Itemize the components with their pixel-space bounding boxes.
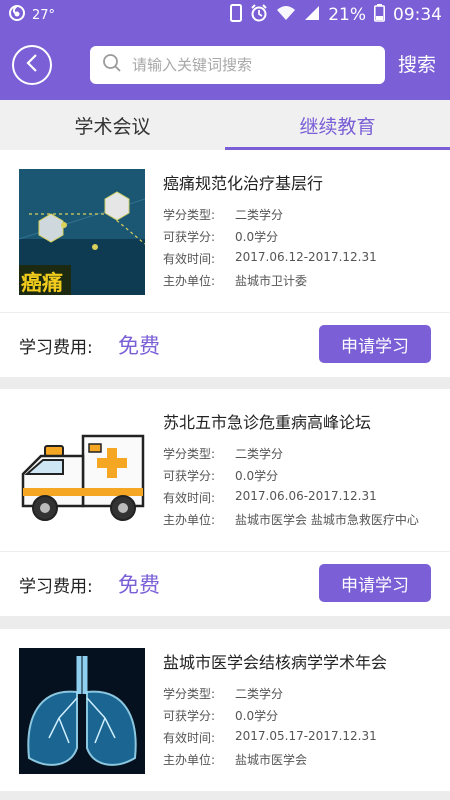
back-button[interactable] bbox=[12, 45, 52, 85]
apply-study-button[interactable]: 申请学习 bbox=[319, 325, 431, 363]
battery-text: 21% bbox=[328, 5, 366, 25]
credit-type-label: 学分类型: bbox=[163, 447, 216, 461]
organizer-label: 主办单位: bbox=[163, 513, 216, 527]
time-text: 09:34 bbox=[393, 5, 442, 25]
organizer-value: 盐城市医学会 bbox=[235, 753, 308, 767]
tab-academic-conference[interactable]: 学术会议 bbox=[0, 100, 225, 150]
search-button[interactable]: 搜索 bbox=[398, 50, 436, 77]
course-card-info: 癌痛 癌痛规范化治疗基层行 学分类型: 二类学分 可获学分: 0.0学分 有效时间:… bbox=[0, 150, 450, 313]
phone-icon bbox=[230, 3, 243, 27]
course-card-info: 苏北五市急诊危重病高峰论坛 学分类型: 二类学分 可获学分: 0.0学分 有效时间:… bbox=[0, 389, 450, 552]
course-title: 苏北五市急诊危重病高峰论坛 bbox=[163, 413, 372, 432]
fee-label: 学习费用: bbox=[19, 338, 93, 358]
course-thumbnail bbox=[19, 648, 145, 774]
course-title: 盐城市医学会结核病学学术年会 bbox=[163, 653, 388, 672]
fee-value: 免费 bbox=[118, 334, 160, 358]
credit-type-value: 二类学分 bbox=[235, 447, 284, 461]
wifi-icon bbox=[276, 5, 296, 26]
tab-bar: 学术会议 继续教育 bbox=[0, 100, 450, 150]
valid-time-row: 有效时间: 2017.06.06-2017.12.31 bbox=[163, 489, 377, 506]
credit-amount-value: 0.0学分 bbox=[235, 709, 279, 723]
valid-time-label: 有效时间: bbox=[163, 252, 216, 266]
credit-amount-value: 0.0学分 bbox=[235, 230, 279, 244]
organizer-label: 主办单位: bbox=[163, 753, 216, 767]
credit-type-value: 二类学分 bbox=[235, 687, 284, 701]
status-bar: 27° 21% 09:34 bbox=[0, 0, 450, 30]
valid-time-label: 有效时间: bbox=[163, 491, 216, 505]
course-card[interactable]: 癌痛 癌痛规范化治疗基层行 学分类型: 二类学分 可获学分: 0.0学分 有效时间:… bbox=[0, 150, 450, 377]
battery-icon bbox=[374, 3, 385, 27]
organizer-row: 主办单位: 盐城市医学会 bbox=[163, 751, 307, 768]
credit-amount-label: 可获学分: bbox=[163, 469, 216, 483]
credit-type-row: 学分类型: 二类学分 bbox=[163, 685, 283, 702]
fee-label: 学习费用: bbox=[19, 577, 93, 597]
credit-amount-row: 可获学分: 0.0学分 bbox=[163, 707, 278, 724]
credit-amount-value: 0.0学分 bbox=[235, 469, 279, 483]
course-card[interactable]: 盐城市医学会结核病学学术年会 学分类型: 二类学分 可获学分: 0.0学分 有效时间… bbox=[0, 629, 450, 792]
header-bar: 搜索 bbox=[0, 30, 450, 100]
course-title: 癌痛规范化治疗基层行 bbox=[163, 174, 324, 193]
course-thumbnail bbox=[19, 408, 145, 534]
credit-type-label: 学分类型: bbox=[163, 687, 216, 701]
organizer-value: 盐城市卫计委 bbox=[235, 274, 308, 288]
course-thumbnail: 癌痛 bbox=[19, 169, 145, 295]
chevron-left-icon bbox=[25, 53, 39, 77]
credit-amount-label: 可获学分: bbox=[163, 709, 216, 723]
credit-amount-row: 可获学分: 0.0学分 bbox=[163, 467, 278, 484]
search-box[interactable] bbox=[90, 46, 385, 84]
valid-time-value: 2017.06.06-2017.12.31 bbox=[235, 489, 377, 503]
signal-icon bbox=[304, 5, 320, 26]
credit-type-row: 学分类型: 二类学分 bbox=[163, 445, 283, 462]
course-card-footer: 学习费用: 免费 申请学习 bbox=[0, 313, 450, 377]
credit-type-label: 学分类型: bbox=[163, 208, 216, 222]
valid-time-label: 有效时间: bbox=[163, 731, 216, 745]
valid-time-value: 2017.06.12-2017.12.31 bbox=[235, 250, 377, 264]
credit-amount-row: 可获学分: 0.0学分 bbox=[163, 228, 278, 245]
temperature-text: 27° bbox=[32, 7, 56, 23]
organizer-value: 盐城市医学会 盐城市急救医疗中心 bbox=[235, 513, 419, 527]
course-card-footer: 学习费用: 免费 申请学习 bbox=[0, 552, 450, 616]
alarm-icon bbox=[250, 3, 268, 27]
organizer-row: 主办单位: 盐城市医学会 盐城市急救医疗中心 bbox=[163, 511, 419, 528]
apply-study-button[interactable]: 申请学习 bbox=[319, 564, 431, 602]
credit-type-value: 二类学分 bbox=[235, 208, 284, 222]
valid-time-value: 2017.05.17-2017.12.31 bbox=[235, 729, 377, 743]
course-card-info: 盐城市医学会结核病学学术年会 学分类型: 二类学分 可获学分: 0.0学分 有效时间… bbox=[0, 629, 450, 792]
credit-amount-label: 可获学分: bbox=[163, 230, 216, 244]
search-input[interactable] bbox=[132, 56, 372, 74]
organizer-row: 主办单位: 盐城市卫计委 bbox=[163, 272, 307, 289]
thumbnail-caption: 癌痛 bbox=[21, 271, 63, 295]
search-icon bbox=[102, 53, 122, 77]
tab-continuing-education[interactable]: 继续教育 bbox=[225, 100, 450, 150]
organizer-label: 主办单位: bbox=[163, 274, 216, 288]
credit-type-row: 学分类型: 二类学分 bbox=[163, 206, 283, 223]
valid-time-row: 有效时间: 2017.05.17-2017.12.31 bbox=[163, 729, 377, 746]
valid-time-row: 有效时间: 2017.06.12-2017.12.31 bbox=[163, 250, 377, 267]
app-notification-icon bbox=[8, 4, 26, 26]
course-card[interactable]: 苏北五市急诊危重病高峰论坛 学分类型: 二类学分 可获学分: 0.0学分 有效时间:… bbox=[0, 389, 450, 616]
fee-value: 免费 bbox=[118, 573, 160, 597]
